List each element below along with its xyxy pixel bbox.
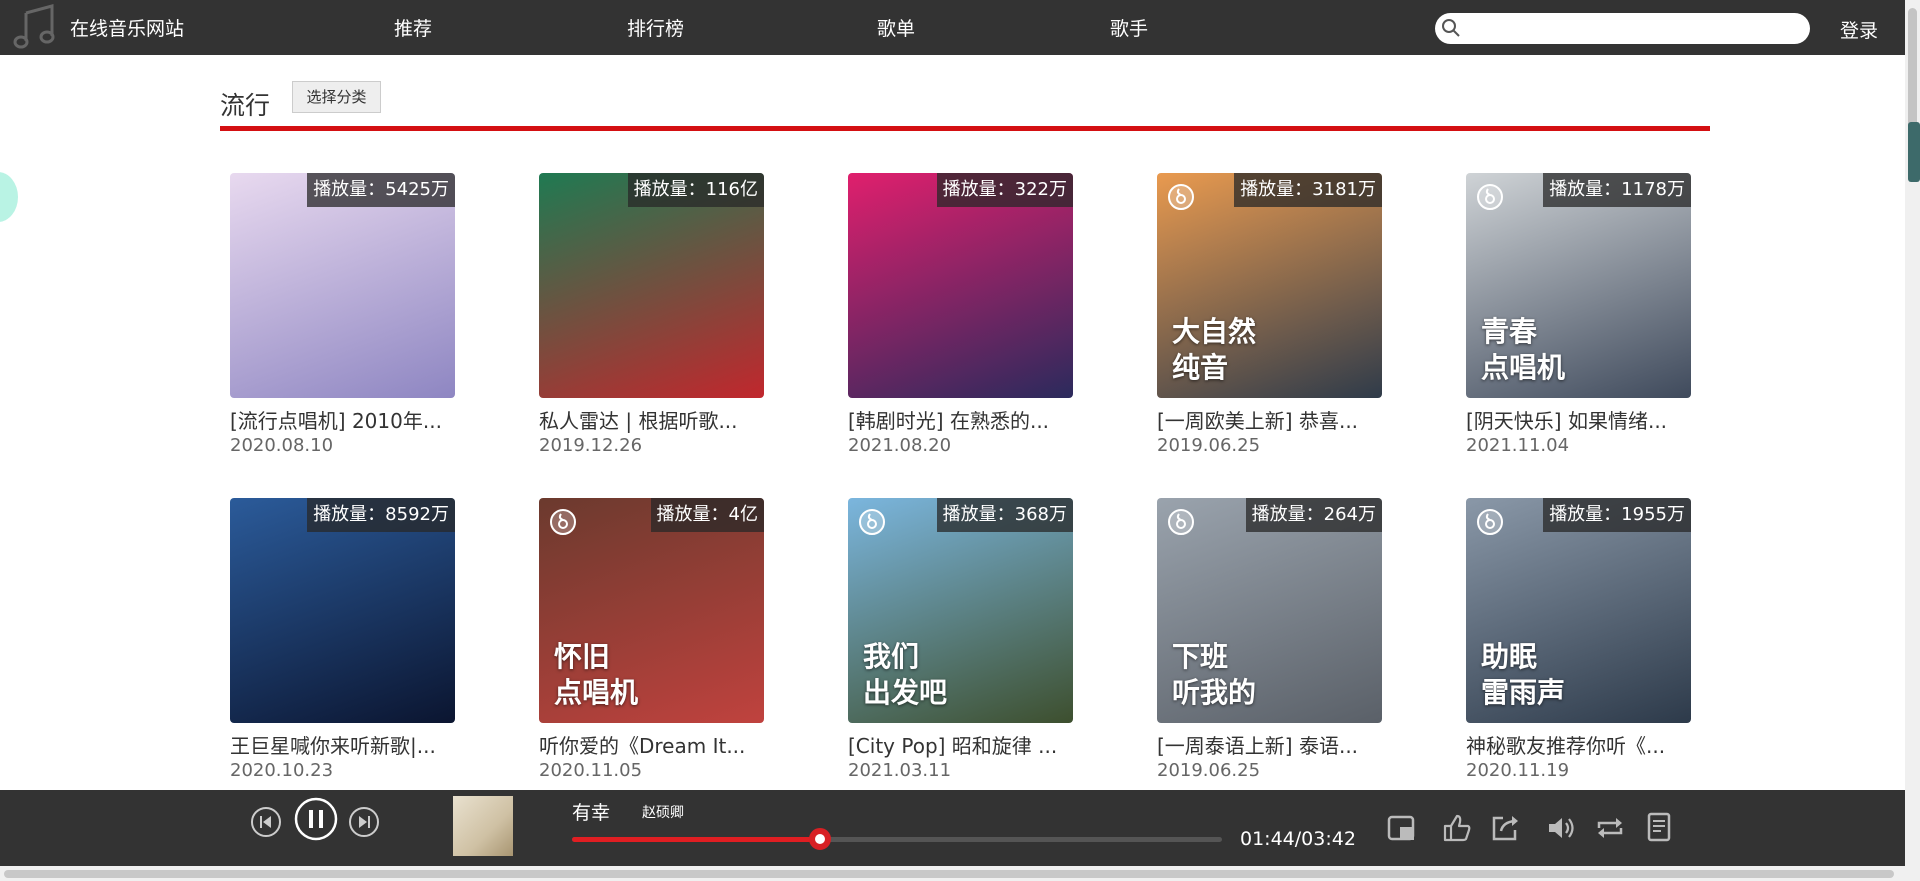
playlist-cover[interactable]: 播放量：322万 (848, 173, 1073, 398)
play-count-badge: 播放量：5425万 (307, 173, 455, 207)
pause-icon[interactable] (294, 797, 338, 841)
like-icon[interactable] (1441, 812, 1473, 844)
playlist-title[interactable]: [City Pop] 昭和旋律 ... (848, 730, 1073, 759)
play-count-badge: 播放量：116亿 (627, 173, 764, 207)
music-note-icon[interactable] (12, 3, 56, 49)
playlist-date: 2019.12.26 (539, 435, 643, 456)
search-input[interactable] (1465, 17, 1795, 40)
playlist-cover[interactable]: 播放量：116亿 (539, 173, 764, 398)
current-album-cover[interactable] (453, 796, 513, 856)
site-name[interactable]: 在线音乐网站 (70, 14, 184, 41)
playlist-date: 2019.06.25 (1157, 760, 1261, 781)
playlist-title[interactable]: [一周泰语上新] 泰语... (1157, 730, 1382, 759)
playlist-date: 2021.08.20 (848, 435, 952, 456)
current-artist-name[interactable]: 赵硕卿 (642, 802, 684, 822)
nav-singers[interactable]: 歌手 (1110, 14, 1148, 41)
login-link[interactable]: 登录 (1840, 16, 1878, 43)
radio-station-icon (1168, 509, 1194, 535)
cover-overlay-text: 下班 听我的 (1172, 640, 1257, 709)
playlist-date: 2020.08.10 (230, 435, 334, 456)
playlist-card[interactable]: 播放量：1955万助眠 雷雨声神秘歌友推荐你听《... 2020.11.19 (1466, 498, 1691, 788)
playlist-date: 2020.11.19 (1466, 760, 1570, 781)
category-divider (220, 126, 1710, 131)
playlist-cover[interactable]: 播放量：5425万 (230, 173, 455, 398)
playlist-title[interactable]: 王巨星喊你来听新歌|... (230, 730, 455, 759)
playlist-date: 2020.11.05 (539, 760, 643, 781)
playlist-title[interactable]: [流行点唱机] 2010年... (230, 405, 455, 434)
playlist-title[interactable]: [一周欧美上新] 恭喜... (1157, 405, 1382, 434)
cover-overlay-text: 青春 点唱机 (1481, 315, 1566, 384)
play-count-badge: 播放量：368万 (936, 498, 1073, 532)
select-category-button[interactable]: 选择分类 (292, 81, 381, 113)
playlist-card[interactable]: 播放量：116亿私人雷达 | 根据听歌... 2019.12.26 (539, 173, 764, 463)
mini-player-icon[interactable] (1386, 812, 1418, 844)
playlist-cover[interactable]: 播放量：4亿怀旧 点唱机 (539, 498, 764, 723)
radio-station-icon (1168, 184, 1194, 210)
progress-handle[interactable] (808, 828, 831, 850)
playlist-card[interactable]: 播放量：4亿怀旧 点唱机听你爱的《Dream It... 2020.11.05 (539, 498, 764, 788)
floating-side-button[interactable] (0, 172, 18, 222)
category-title: 流行 (220, 91, 271, 120)
nav-charts[interactable]: 排行榜 (627, 14, 684, 41)
playlist-icon[interactable] (1643, 810, 1675, 844)
radio-station-icon (859, 509, 885, 535)
cover-overlay-text: 我们 出发吧 (863, 640, 948, 709)
playlist-date: 2020.10.23 (230, 760, 334, 781)
cover-overlay-text: 怀旧 点唱机 (554, 640, 639, 709)
playlist-card[interactable]: 播放量：368万我们 出发吧 [City Pop] 昭和旋律 ... 2021.03… (848, 498, 1073, 788)
playlist-card[interactable]: 播放量：3181万大自然 纯音 [一周欧美上新] 恭喜... 2019.06.25 (1157, 173, 1382, 463)
music-player-bar: 有幸 赵硕卿 01:44/03:42 (0, 790, 1905, 866)
progress-fill (572, 837, 820, 842)
playlist-cover[interactable]: 播放量：264万下班 听我的 (1157, 498, 1382, 723)
play-count-badge: 播放量：322万 (936, 173, 1073, 207)
playlist-title[interactable]: [阴天快乐] 如果情绪... (1466, 405, 1691, 434)
playlist-card[interactable]: 播放量：5425万 [流行点唱机] 2010年... 2020.08.10 (230, 173, 455, 463)
playlist-card[interactable]: 播放量：264万下班 听我的 [一周泰语上新] 泰语... 2019.06.25 (1157, 498, 1382, 788)
play-count-badge: 播放量：1955万 (1543, 498, 1691, 532)
playlist-date: 2021.03.11 (848, 760, 952, 781)
playlist-date: 2019.06.25 (1157, 435, 1261, 456)
playlist-title[interactable]: 神秘歌友推荐你听《... (1466, 730, 1691, 759)
current-song-name[interactable]: 有幸 (572, 798, 610, 825)
playlist-title[interactable]: 私人雷达 | 根据听歌... (539, 405, 764, 434)
playlist-cover[interactable]: 播放量：368万我们 出发吧 (848, 498, 1073, 723)
playlist-title[interactable]: [韩剧时光] 在熟悉的... (848, 405, 1073, 434)
playlist-cover[interactable]: 播放量：8592万 (230, 498, 455, 723)
side-widget[interactable] (1908, 122, 1920, 182)
playlist-cover[interactable]: 播放量：1178万青春 点唱机 (1466, 173, 1691, 398)
play-count-badge: 播放量：264万 (1245, 498, 1382, 532)
playlist-cover[interactable]: 播放量：1955万助眠 雷雨声 (1466, 498, 1691, 723)
play-count-badge: 播放量：3181万 (1234, 173, 1382, 207)
cover-overlay-text: 大自然 纯音 (1172, 315, 1257, 384)
share-icon[interactable] (1489, 812, 1521, 844)
radio-station-icon (1477, 509, 1503, 535)
horizontal-scroll-thumb[interactable] (4, 870, 1894, 878)
playlist-date: 2021.11.04 (1466, 435, 1570, 456)
play-count-badge: 播放量：1178万 (1543, 173, 1691, 207)
playlist-card[interactable]: 播放量：322万 [韩剧时光] 在熟悉的... 2021.08.20 (848, 173, 1073, 463)
volume-icon[interactable] (1545, 812, 1577, 844)
radio-station-icon (1477, 184, 1503, 210)
search-icon (1442, 19, 1460, 37)
progress-bar[interactable] (572, 828, 1222, 850)
playback-time: 01:44/03:42 (1240, 828, 1356, 850)
playlist-cover[interactable]: 播放量：3181万大自然 纯音 (1157, 173, 1382, 398)
nav-playlists[interactable]: 歌单 (877, 14, 915, 41)
play-count-badge: 播放量：8592万 (307, 498, 455, 532)
radio-station-icon (550, 509, 576, 535)
loop-icon[interactable] (1594, 812, 1626, 844)
playlist-title[interactable]: 听你爱的《Dream It... (539, 730, 764, 759)
play-count-badge: 播放量：4亿 (650, 498, 764, 532)
playlist-card[interactable]: 播放量：1178万青春 点唱机 [阴天快乐] 如果情绪... 2021.11.04 (1466, 173, 1691, 463)
top-navbar: 在线音乐网站 推荐 排行榜 歌单 歌手 登录 (0, 0, 1905, 55)
next-track-icon[interactable] (348, 806, 380, 838)
nav-recommend[interactable]: 推荐 (394, 14, 432, 41)
previous-track-icon[interactable] (250, 806, 282, 838)
cover-overlay-text: 助眠 雷雨声 (1481, 640, 1566, 709)
horizontal-scrollbar[interactable] (0, 866, 1920, 881)
search-box[interactable] (1435, 13, 1810, 44)
playlist-card[interactable]: 播放量：8592万王巨星喊你来听新歌|... 2020.10.23 (230, 498, 455, 788)
